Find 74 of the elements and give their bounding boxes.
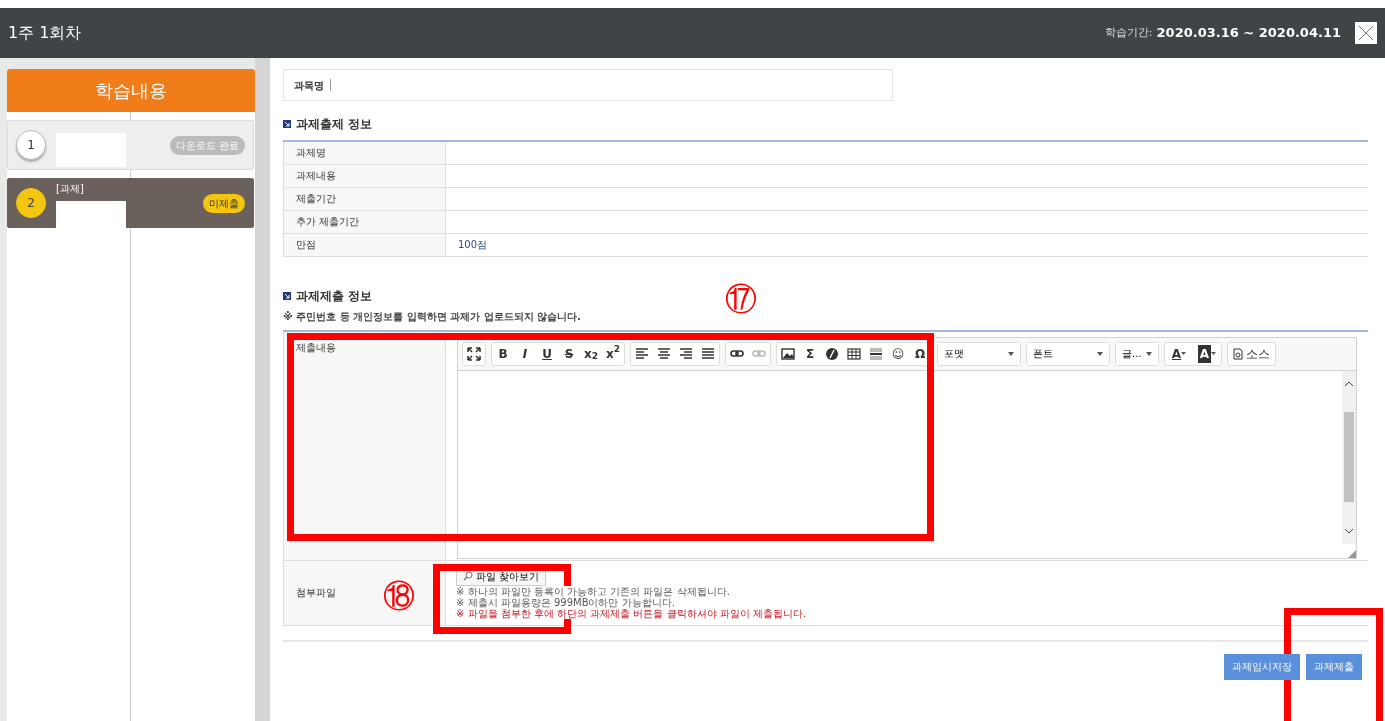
scroll-up-icon: [1344, 380, 1354, 387]
caret-icon: [1211, 352, 1217, 355]
close-icon: [1358, 25, 1374, 41]
row-label: 제출내용: [283, 330, 446, 560]
format-button[interactable]: I: [514, 342, 536, 365]
disc-icon: [825, 346, 839, 361]
annotation-number: ⑱: [383, 580, 415, 612]
lesson-item[interactable]: 2 [과제] 미제출: [7, 178, 254, 228]
row-label: 추가 제출기간: [283, 210, 446, 233]
file-note: ※ 제출시 파일용량은 999MB이하만 가능합니다.: [456, 596, 675, 608]
section-heading: 과제제출 정보: [296, 287, 373, 305]
period-dates: 2020.03.16 ~ 2020.04.11: [1156, 24, 1341, 43]
row-label: 과제내용: [283, 164, 446, 187]
resize-grip-icon: [1348, 549, 1356, 558]
period-label: 학습기간:: [1104, 24, 1153, 41]
format-button[interactable]: Σ: [799, 342, 821, 365]
source-button[interactable]: 소스: [1228, 342, 1275, 365]
justify-icon: [701, 346, 715, 361]
lesson-title: [과제]: [56, 182, 84, 196]
format-button[interactable]: x$^{2}$: [602, 342, 624, 365]
row-label: 첨부파일: [296, 587, 336, 598]
row-label: 만점: [283, 233, 446, 256]
redaction-block: [56, 201, 126, 229]
privacy-note: ※ 주민번호 등 개인정보를 입력하면 과제가 업로드되지 않습니다.: [283, 309, 582, 324]
section-heading: 과제출제 정보: [296, 116, 373, 133]
format-button[interactable]: x$_{2}$: [580, 342, 602, 365]
align-left-icon: [635, 346, 649, 361]
dropdown-label: 폰트: [1033, 347, 1053, 361]
caret-icon: [1181, 352, 1187, 355]
sidebar-title: 학습내용: [7, 69, 255, 112]
close-button[interactable]: [1355, 22, 1377, 44]
horizontal-line-icon: [869, 346, 883, 361]
dropdown[interactable]: 포맷: [938, 342, 1020, 365]
dropdown[interactable]: 폰트: [1027, 342, 1109, 365]
file-note: ※ 파일을 첨부한 후에 하단의 과제제출 버튼을 클릭하셔야 파일이 제출됩니다.: [456, 607, 807, 619]
lesson-number: 1: [16, 130, 46, 160]
scroll-down-icon: [1344, 527, 1354, 534]
format-button[interactable]: S: [558, 342, 580, 365]
row-label: 제출기간: [283, 187, 446, 210]
format-button[interactable]: Ω: [909, 342, 931, 365]
table-icon: [847, 346, 861, 361]
row-value: 100점: [458, 239, 488, 250]
dropdown-label: 포맷: [944, 347, 964, 361]
course-label: 과목명: [294, 78, 324, 93]
scrollbar[interactable]: [1342, 370, 1356, 544]
status-badge: 미제출: [203, 193, 245, 213]
annotation-number: ⑰: [725, 283, 757, 315]
color-button[interactable]: A: [1193, 342, 1221, 365]
caret-icon: [1146, 351, 1152, 356]
file-note: ※ 하나의 파일만 등록이 가능하고 기존의 파일은 삭제됩니다.: [456, 585, 730, 597]
caret-icon: [1097, 351, 1103, 356]
lesson-number: 2: [16, 188, 46, 218]
document-icon: [1233, 347, 1243, 360]
format-button[interactable]: B: [492, 342, 514, 365]
status-badge: 다운로드 완료: [169, 135, 245, 155]
align-right-icon: [679, 346, 693, 361]
bullet-icon: [283, 291, 291, 300]
lesson-item[interactable]: 1 다운로드 완료: [7, 120, 254, 170]
dropdown-label: 글...: [1122, 347, 1142, 361]
image-icon: [781, 346, 795, 361]
bullet-icon: [283, 120, 291, 128]
align-center-icon: [657, 346, 671, 361]
caret-icon: [1008, 351, 1014, 356]
format-button[interactable]: U: [536, 342, 558, 365]
color-button[interactable]: A: [1165, 342, 1193, 365]
format-button[interactable]: ☺: [887, 342, 909, 365]
background-color-letter: A: [1197, 344, 1212, 363]
dropdown[interactable]: 글...: [1116, 342, 1158, 365]
window-title: 1주 1회차: [8, 22, 82, 44]
maximize-icon: [467, 346, 481, 361]
text-color-letter: A: [1171, 345, 1182, 363]
row-label: 과제명: [283, 141, 446, 164]
source-label: 소스: [1246, 345, 1270, 363]
search-icon: [463, 571, 473, 581]
